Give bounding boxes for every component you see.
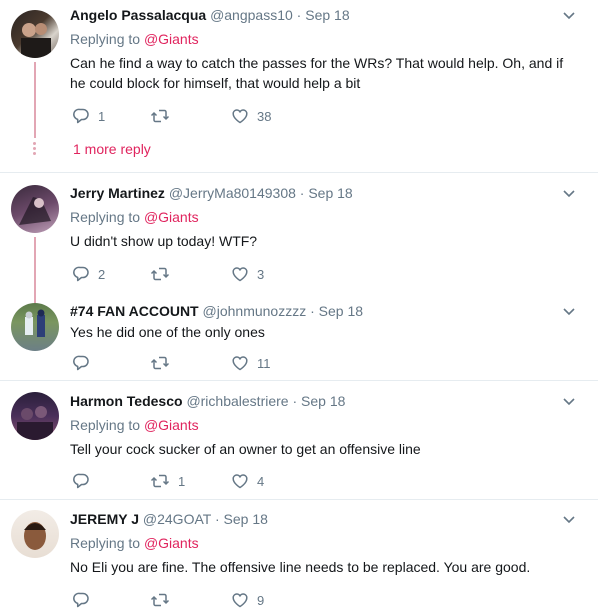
reply-icon	[73, 355, 89, 371]
thread-line	[34, 62, 36, 138]
retweet-button[interactable]	[150, 264, 178, 284]
tweet-4[interactable]: Harmon Tedesco @richbalestriere · Sep 18…	[0, 381, 598, 499]
like-button[interactable]: 3	[231, 264, 264, 284]
chevron-down-icon[interactable]	[563, 12, 575, 20]
tweet-5[interactable]: JEREMY J @24GOAT · Sep 18 Replying to @G…	[0, 500, 598, 616]
display-name[interactable]: JEREMY J	[70, 511, 139, 527]
separator: ·	[214, 511, 220, 527]
heart-icon	[232, 356, 248, 371]
display-name[interactable]: #74 FAN ACCOUNT	[70, 303, 199, 319]
like-count: 4	[257, 473, 265, 489]
tweet-2[interactable]: Jerry Martinez @JerryMa80149308 · Sep 18…	[0, 173, 598, 305]
retweet-count: 1	[178, 473, 186, 489]
tweet-header: Angelo Passalacqua @angpass10 · Sep 18	[70, 7, 350, 23]
replying-to-label: Replying to	[70, 535, 141, 551]
tweet-date[interactable]: Sep 18	[319, 303, 363, 319]
chevron-down-icon[interactable]	[563, 308, 575, 316]
like-button[interactable]: 4	[231, 471, 264, 491]
separator: ·	[299, 185, 305, 201]
retweet-button[interactable]	[150, 106, 178, 126]
heart-icon	[232, 593, 248, 608]
separator: ·	[292, 393, 298, 409]
tweet-header: Jerry Martinez @JerryMa80149308 · Sep 18	[70, 185, 353, 201]
retweet-icon	[150, 593, 170, 607]
tweet-date[interactable]: Sep 18	[301, 393, 345, 409]
tweet-date[interactable]: Sep 18	[305, 7, 349, 23]
chevron-down-icon[interactable]	[563, 398, 575, 406]
retweet-icon	[150, 267, 170, 281]
mention-link[interactable]: @Giants	[144, 535, 199, 551]
chevron-down-icon[interactable]	[563, 190, 575, 198]
more-replies-link[interactable]: 1 more reply	[73, 141, 151, 157]
tweet-header: Harmon Tedesco @richbalestriere · Sep 18	[70, 393, 345, 409]
tweet-text: No Eli you are fine. The offensive line …	[70, 559, 531, 575]
reply-icon	[73, 473, 89, 489]
chevron-down-icon[interactable]	[563, 516, 575, 524]
more-replies-dots	[33, 142, 37, 157]
avatar[interactable]	[11, 510, 59, 558]
retweet-button[interactable]: 1	[150, 471, 185, 491]
reply-icon	[73, 592, 89, 608]
avatar[interactable]	[11, 392, 59, 440]
user-handle[interactable]: @24GOAT	[143, 511, 211, 527]
replying-to: Replying to @Giants	[70, 209, 199, 225]
like-count: 11	[257, 355, 271, 371]
like-count: 9	[257, 592, 265, 608]
user-handle[interactable]: @johnmunozzzz	[203, 303, 307, 319]
display-name[interactable]: Angelo Passalacqua	[70, 7, 206, 23]
retweet-button[interactable]	[150, 590, 178, 610]
separator: ·	[296, 7, 302, 23]
retweet-icon	[150, 356, 170, 370]
replying-to-label: Replying to	[70, 209, 141, 225]
tweet-3[interactable]: #74 FAN ACCOUNT @johnmunozzzz · Sep 18 Y…	[0, 290, 598, 380]
like-count: 3	[257, 266, 265, 282]
reply-icon	[73, 108, 89, 124]
tweet-date[interactable]: Sep 18	[224, 511, 268, 527]
tweet-date[interactable]: Sep 18	[308, 185, 352, 201]
user-handle[interactable]: @richbalestriere	[186, 393, 288, 409]
reply-button[interactable]	[72, 590, 98, 610]
tweet-text: U didn't show up today! WTF?	[70, 233, 258, 249]
retweet-button[interactable]	[150, 353, 178, 373]
like-button[interactable]: 38	[231, 106, 271, 126]
reply-button[interactable]: 1	[72, 106, 105, 126]
separator: ·	[310, 303, 315, 319]
tweet-1[interactable]: Angelo Passalacqua @angpass10 · Sep 18 R…	[0, 0, 598, 172]
display-name[interactable]: Harmon Tedesco	[70, 393, 183, 409]
tweet-text: Yes he did one of the only ones	[70, 324, 265, 340]
avatar[interactable]	[11, 185, 59, 233]
like-count: 38	[257, 108, 272, 124]
mention-link[interactable]: @Giants	[144, 209, 199, 225]
replying-to: Replying to @Giants	[70, 417, 199, 433]
user-handle[interactable]: @JerryMa80149308	[169, 185, 296, 201]
reply-count: 1	[98, 108, 106, 124]
reply-count: 2	[98, 266, 106, 282]
avatar[interactable]	[11, 10, 59, 58]
like-button[interactable]: 11	[231, 353, 271, 373]
reply-button[interactable]	[72, 353, 98, 373]
like-button[interactable]: 9	[231, 590, 264, 610]
tweet-header: #74 FAN ACCOUNT @johnmunozzzz · Sep 18	[70, 303, 363, 319]
reply-button[interactable]	[72, 471, 98, 491]
reply-button[interactable]: 2	[72, 264, 105, 284]
display-name[interactable]: Jerry Martinez	[70, 185, 165, 201]
replying-to: Replying to @Giants	[70, 535, 199, 551]
replying-to: Replying to @Giants	[70, 31, 199, 47]
heart-icon	[232, 474, 248, 489]
avatar[interactable]	[11, 303, 59, 351]
replying-to-label: Replying to	[70, 31, 141, 47]
tweet-text: Can he find a way to catch the passes fo…	[70, 55, 564, 91]
heart-icon	[232, 267, 248, 282]
reply-icon	[73, 266, 89, 282]
tweet-text: Tell your cock sucker of an owner to get…	[70, 441, 421, 457]
user-handle[interactable]: @angpass10	[210, 7, 293, 23]
retweet-icon	[150, 474, 170, 488]
replying-to-label: Replying to	[70, 417, 141, 433]
mention-link[interactable]: @Giants	[144, 417, 199, 433]
retweet-icon	[150, 109, 170, 123]
tweet-header: JEREMY J @24GOAT · Sep 18	[70, 511, 268, 527]
heart-icon	[232, 109, 248, 124]
mention-link[interactable]: @Giants	[144, 31, 199, 47]
